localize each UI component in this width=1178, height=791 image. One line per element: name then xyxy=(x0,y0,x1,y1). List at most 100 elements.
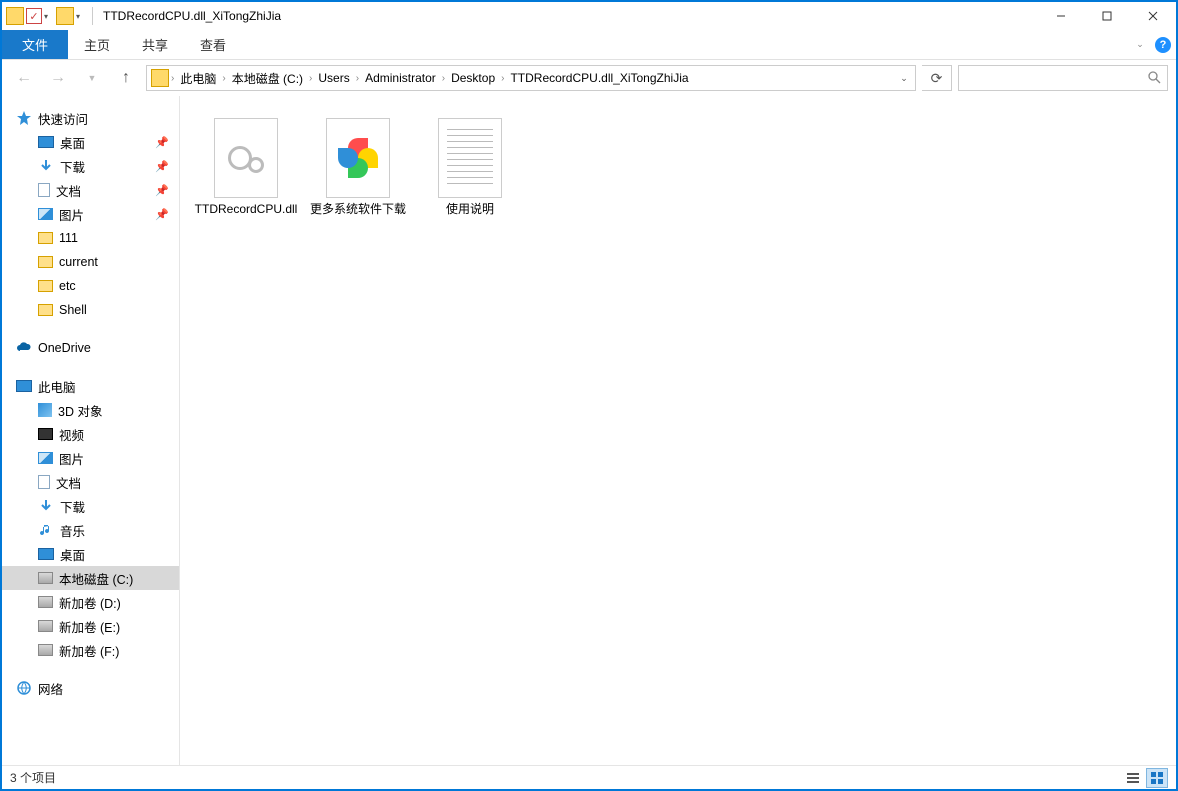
view-large-icons-button[interactable] xyxy=(1146,768,1168,788)
nav-group-network: 网络 xyxy=(2,676,179,700)
folder-icon xyxy=(56,7,74,25)
window-title: TTDRecordCPU.dll_XiTongZhiJia xyxy=(103,9,281,23)
nav-item[interactable]: 视频 xyxy=(2,422,179,446)
tab-share[interactable]: 共享 xyxy=(126,30,184,59)
breadcrumb-bar[interactable]: › 此电脑 › 本地磁盘 (C:) › Users › Administrato… xyxy=(146,65,916,91)
file-item[interactable]: 更多系统软件下载 xyxy=(302,114,414,220)
folder-icon xyxy=(38,280,53,292)
up-button[interactable]: ↑ xyxy=(112,64,140,92)
nav-header-this-pc[interactable]: 此电脑 xyxy=(2,374,179,398)
nav-item[interactable]: 桌面📌 xyxy=(2,130,179,154)
nav-item-label: Shell xyxy=(59,303,87,317)
file-item[interactable]: 使用说明 xyxy=(414,114,526,220)
refresh-button[interactable]: ⟳ xyxy=(922,65,952,91)
tab-home[interactable]: 主页 xyxy=(68,30,126,59)
file-label: TTDRecordCPU.dll xyxy=(195,202,298,216)
nav-item[interactable]: 桌面 xyxy=(2,542,179,566)
folder-icon xyxy=(38,256,53,268)
navigation-pane[interactable]: 快速访问 桌面📌下载📌文档📌图片📌111currentetcShell OneD… xyxy=(2,96,180,765)
nav-item[interactable]: 3D 对象 xyxy=(2,398,179,422)
file-label: 更多系统软件下载 xyxy=(310,202,406,216)
nav-group-onedrive: OneDrive xyxy=(2,336,179,360)
close-button[interactable] xyxy=(1130,2,1176,30)
nav-item-label: 111 xyxy=(59,231,78,245)
forward-button[interactable]: → xyxy=(44,64,72,92)
video-icon xyxy=(38,428,53,440)
qat-dropdown-icon[interactable]: ▾ xyxy=(44,12,54,21)
maximize-button[interactable] xyxy=(1084,2,1130,30)
nav-item[interactable]: etc xyxy=(2,274,179,298)
nav-item[interactable]: 111 xyxy=(2,226,179,250)
file-list-pane[interactable]: TTDRecordCPU.dll 更多系统软件下载 使用说明 xyxy=(180,96,1176,765)
breadcrumb-segment[interactable]: Administrator xyxy=(359,71,442,85)
file-item[interactable]: TTDRecordCPU.dll xyxy=(190,114,302,220)
nav-label: OneDrive xyxy=(38,341,91,355)
nav-item-label: 下载 xyxy=(60,157,85,176)
nav-item[interactable]: 文档📌 xyxy=(2,178,179,202)
nav-item-label: 3D 对象 xyxy=(58,401,102,420)
document-icon xyxy=(38,475,50,489)
nav-item[interactable]: Shell xyxy=(2,298,179,322)
breadcrumb-segment[interactable]: TTDRecordCPU.dll_XiTongZhiJia xyxy=(504,71,694,85)
nav-item[interactable]: current xyxy=(2,250,179,274)
back-button[interactable]: ← xyxy=(10,64,38,92)
download-icon xyxy=(38,158,54,174)
tab-view[interactable]: 查看 xyxy=(184,30,242,59)
ribbon-tabs: 文件 主页 共享 查看 ⌄ ? xyxy=(2,30,1176,60)
nav-item[interactable]: 下载 📌 xyxy=(2,154,179,178)
separator xyxy=(92,7,93,25)
properties-icon[interactable]: ✓ xyxy=(26,8,42,24)
nav-item[interactable]: 图片 xyxy=(2,446,179,470)
folder-icon xyxy=(38,232,53,244)
breadcrumb-segment[interactable]: 本地磁盘 (C:) xyxy=(226,70,309,87)
nav-item[interactable]: 新加卷 (D:) xyxy=(2,590,179,614)
pin-icon: 📌 xyxy=(155,160,169,173)
nav-item[interactable]: 音乐 xyxy=(2,518,179,542)
pin-icon: 📌 xyxy=(155,208,169,221)
breadcrumb-dropdown-icon[interactable]: ⌄ xyxy=(893,73,915,84)
tab-file[interactable]: 文件 xyxy=(2,30,68,59)
recent-locations-button[interactable]: ▼ xyxy=(78,64,106,92)
nav-item-label: 桌面 xyxy=(60,133,85,152)
breadcrumb-segment[interactable]: Desktop xyxy=(445,71,501,85)
ribbon-expand-icon[interactable]: ⌄ xyxy=(1130,30,1150,59)
view-details-button[interactable] xyxy=(1122,768,1144,788)
nav-item[interactable]: 图片📌 xyxy=(2,202,179,226)
breadcrumb-segment[interactable]: Users xyxy=(312,71,355,85)
nav-item[interactable]: 文档 xyxy=(2,470,179,494)
nav-item[interactable]: 新加卷 (E:) xyxy=(2,614,179,638)
desktop-icon xyxy=(38,136,54,148)
explorer-window: ✓ ▾ ▾ TTDRecordCPU.dll_XiTongZhiJia 文件 主… xyxy=(0,0,1178,791)
nav-item-label: 文档 xyxy=(56,473,81,492)
file-label: 使用说明 xyxy=(446,202,494,216)
document-icon xyxy=(38,183,50,197)
help-button[interactable]: ? xyxy=(1150,30,1176,59)
nav-label: 快速访问 xyxy=(38,109,88,128)
nav-group-quick-access: 快速访问 桌面📌下载📌文档📌图片📌111currentetcShell xyxy=(2,106,179,322)
folder-icon[interactable] xyxy=(6,7,24,25)
nav-item[interactable]: 本地磁盘 (C:) xyxy=(2,566,179,590)
nav-item[interactable]: 新加卷 (F:) xyxy=(2,638,179,662)
nav-item[interactable]: 下载 xyxy=(2,494,179,518)
nav-header-onedrive[interactable]: OneDrive xyxy=(2,336,179,360)
title-bar: ✓ ▾ ▾ TTDRecordCPU.dll_XiTongZhiJia xyxy=(2,2,1176,30)
desktop-icon xyxy=(38,548,54,560)
disk-icon xyxy=(38,620,53,632)
star-icon xyxy=(16,110,32,126)
qat-dropdown-icon[interactable]: ▾ xyxy=(76,12,86,21)
disk-icon xyxy=(38,644,53,656)
nav-label: 网络 xyxy=(38,679,63,698)
nav-header-network[interactable]: 网络 xyxy=(2,676,179,700)
cloud-icon xyxy=(16,340,32,356)
breadcrumb-segment[interactable]: 此电脑 xyxy=(174,70,222,87)
nav-label: 此电脑 xyxy=(38,377,76,396)
search-input[interactable] xyxy=(958,65,1168,91)
nav-header-quick-access[interactable]: 快速访问 xyxy=(2,106,179,130)
pin-icon: 📌 xyxy=(155,184,169,197)
pictures-icon xyxy=(38,208,53,220)
help-icon: ? xyxy=(1155,37,1171,53)
address-bar-row: ← → ▼ ↑ › 此电脑 › 本地磁盘 (C:) › Users › Admi… xyxy=(2,60,1176,96)
url-icon xyxy=(326,118,390,198)
nav-item-label: current xyxy=(59,255,98,269)
minimize-button[interactable] xyxy=(1038,2,1084,30)
